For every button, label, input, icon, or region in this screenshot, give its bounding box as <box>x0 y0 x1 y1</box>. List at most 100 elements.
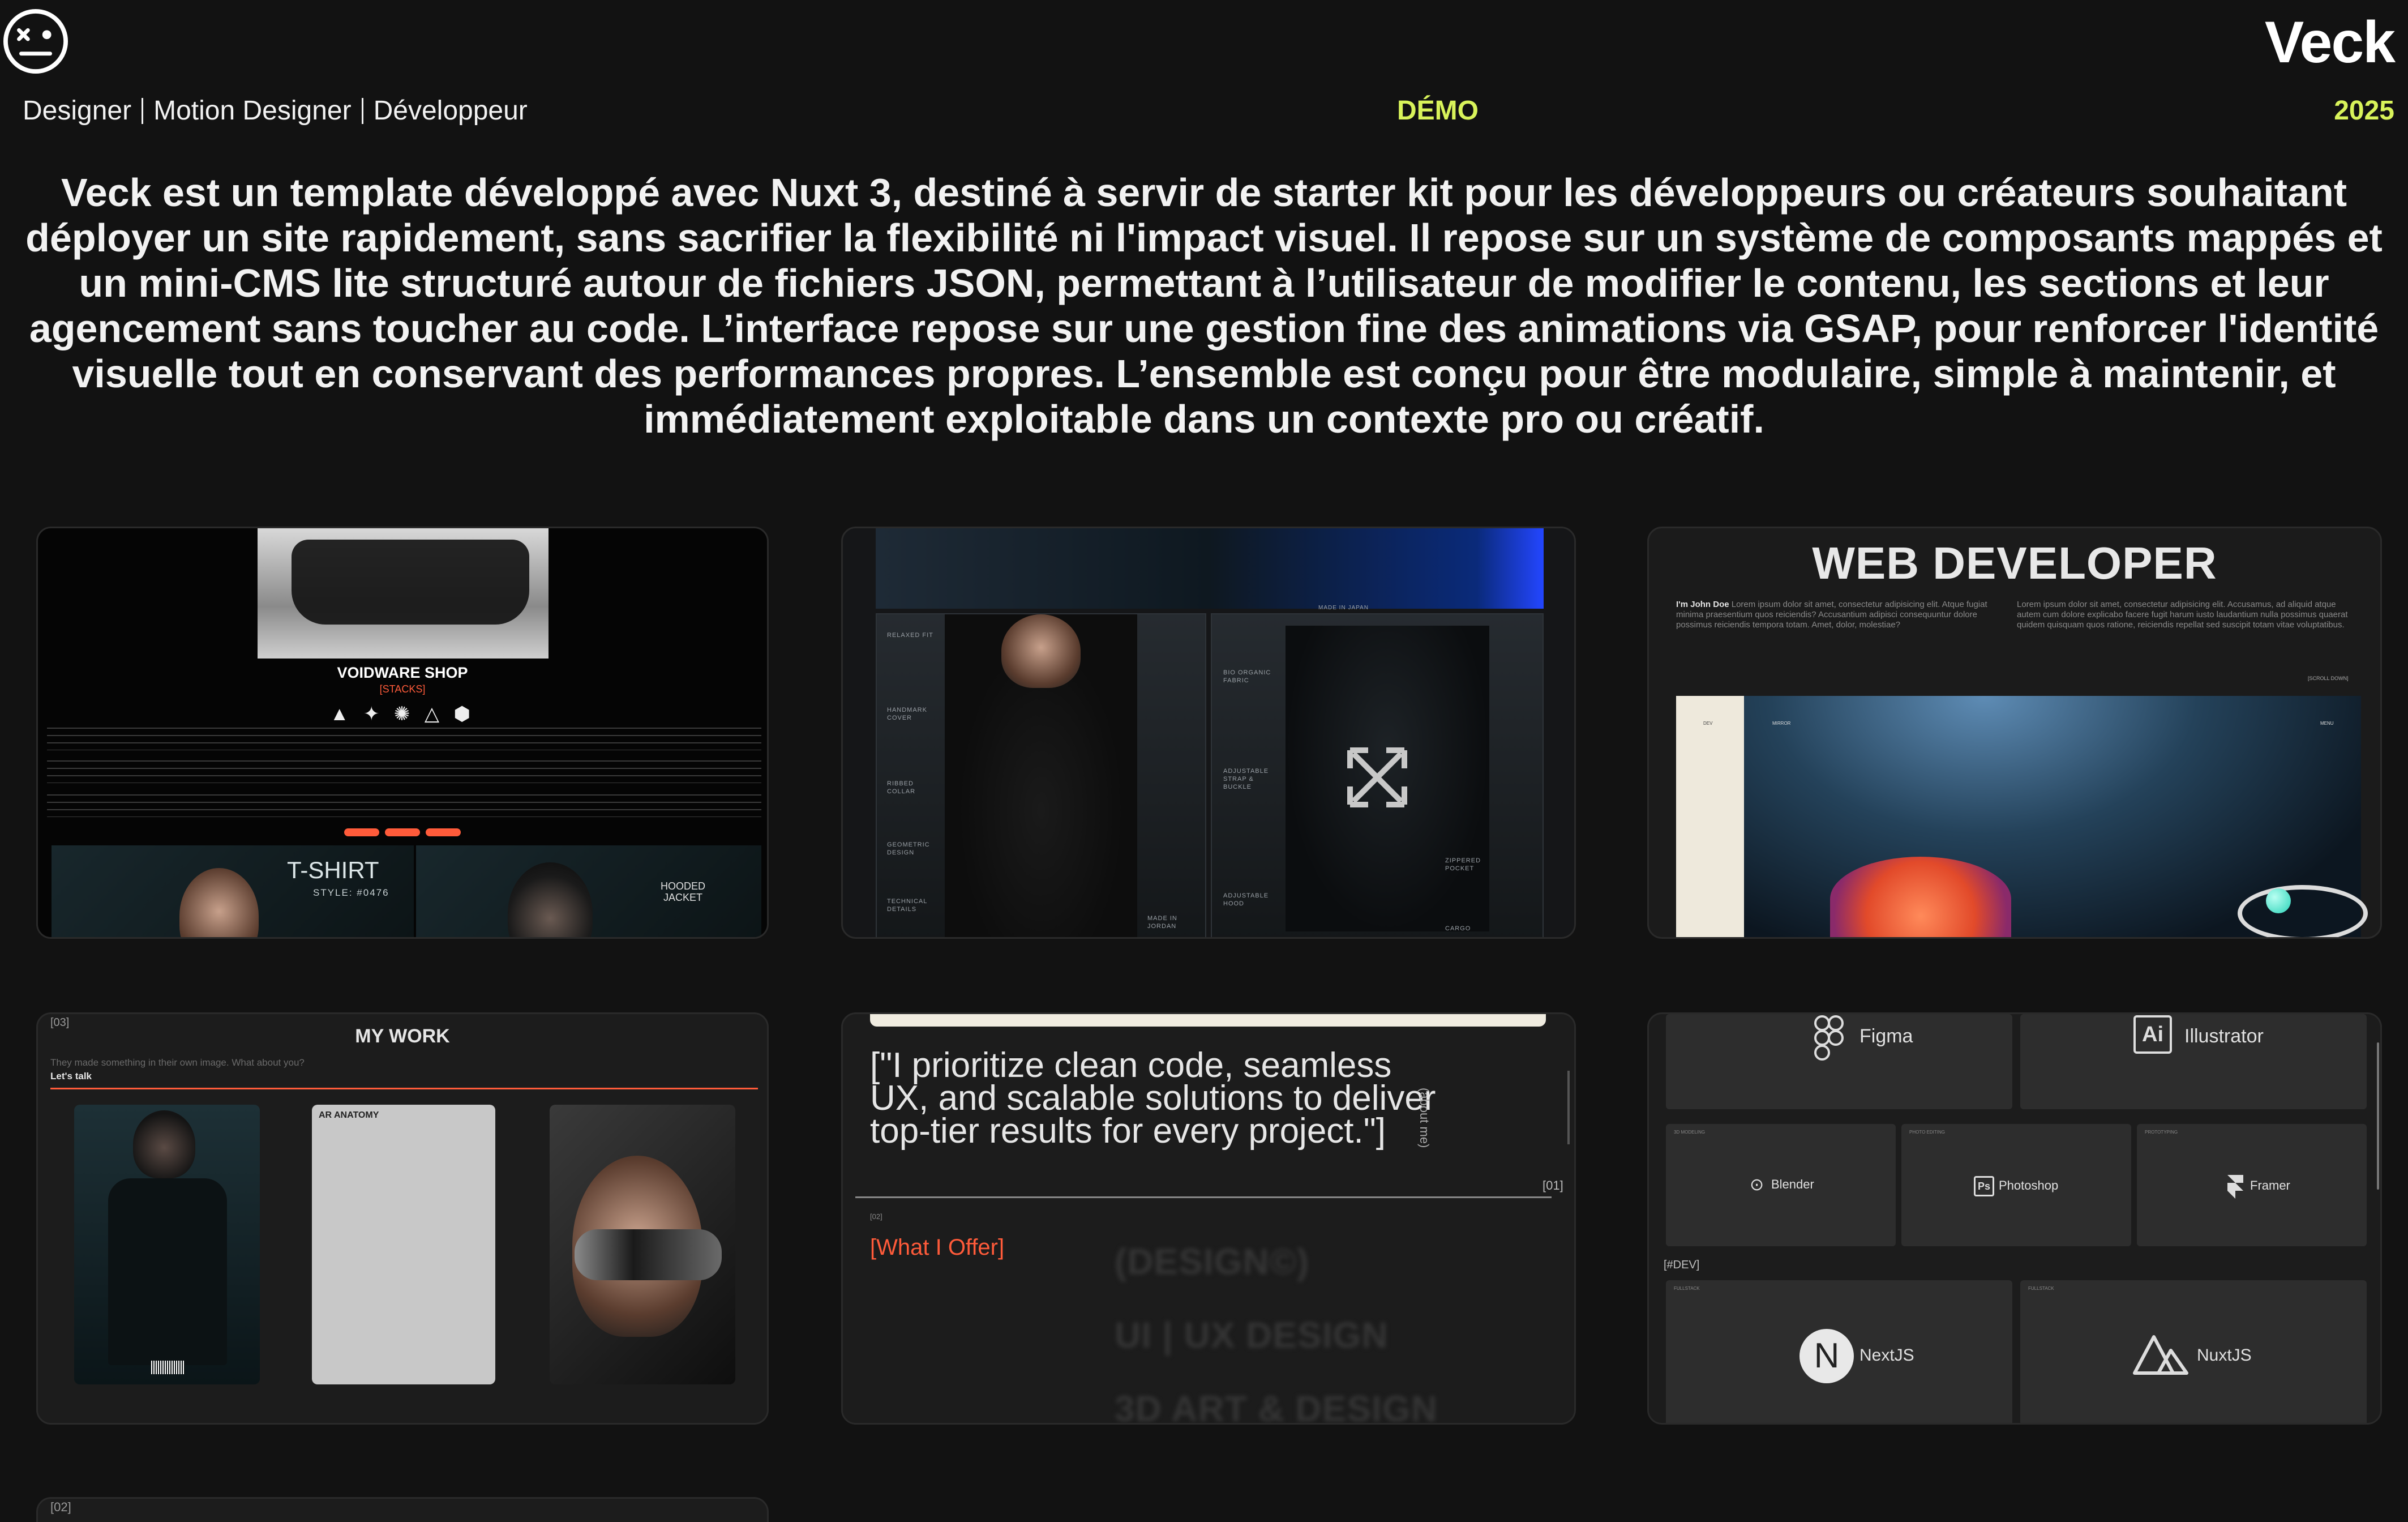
figma-label: Figma <box>1859 1025 1913 1047</box>
feature-label: ADJUSTABLE STRAP & BUCKLE <box>1223 768 1269 790</box>
tag <box>385 828 420 836</box>
index-01: [01] <box>1543 1178 1563 1192</box>
tech-stack-icons: ▲ ✦ ✺ △ ⬢ <box>329 703 475 725</box>
logo-face-icon[interactable] <box>2 8 69 75</box>
project-card-my-work[interactable]: [03] MY WORK They made something in thei… <box>36 1012 769 1425</box>
blender-icon: ⊙ <box>1750 1175 1764 1194</box>
category-label: FULLSTACK <box>2028 1286 2054 1291</box>
shop-subtitle: [STACKS] <box>379 683 426 695</box>
scrollbar[interactable] <box>1567 1071 1570 1144</box>
section-index: [02] <box>50 1500 71 1514</box>
separator <box>142 97 144 124</box>
nuxtjs-icon <box>2133 1335 2188 1375</box>
tshirt-panel: RELAXED FIT HANDMARK COVER RIBBED COLLAR… <box>876 613 1206 937</box>
role-designer: Designer <box>23 96 132 126</box>
feature-label: RELAXED FIT <box>887 632 933 639</box>
tool-blender[interactable]: 3D MODELING ⊙ Blender <box>1666 1124 1896 1246</box>
feature-label: ADJUSTABLE HOOD <box>1223 892 1269 907</box>
illustrator-label: Illustrator <box>2184 1025 2264 1047</box>
web-developer-title: WEB DEVELOPER <box>1812 538 2217 588</box>
model-face <box>1001 614 1081 688</box>
project-card-apparel[interactable]: MADE IN JAPAN RELAXED FIT HANDMARK COVER… <box>841 527 1576 939</box>
photoshop-label: Photoshop <box>1999 1178 2059 1192</box>
framer-label: Framer <box>2250 1178 2290 1192</box>
tool-photoshop[interactable]: PHOTO EDITING Ps Photoshop <box>1901 1124 2131 1246</box>
flower-render <box>1830 857 2011 937</box>
sphere-render <box>2266 888 2291 913</box>
feature-label: HANDMARK COVER <box>887 707 927 721</box>
tag <box>344 828 379 836</box>
tshirt-label: T-SHIRT <box>287 857 379 883</box>
tool-nextjs[interactable]: FULLSTACK N NextJS <box>1666 1280 2012 1423</box>
model-face <box>133 1110 195 1178</box>
work-tile-ar-anatomy[interactable] <box>312 1105 495 1384</box>
project-card-bottom[interactable]: [02] <box>36 1497 769 1522</box>
category-label: PROTOTYPING <box>2145 1130 2178 1135</box>
made-in-jordan-label: MADE IN JORDAN <box>1147 915 1177 930</box>
paragraph-lines <box>47 794 761 817</box>
intro-paragraph: Veck est un template développé avec Nuxt… <box>25 170 2383 441</box>
ar-anatomy-label: AR ANATOMY <box>319 1110 379 1120</box>
sunglasses-banner <box>876 528 1544 609</box>
tag <box>426 828 461 836</box>
divider <box>855 1196 1552 1198</box>
sunglasses-photo <box>258 528 549 659</box>
category-label: 3D MODELING <box>1674 1130 1706 1135</box>
dev-section-tag: [#DEV] <box>1664 1259 1700 1271</box>
cargo-label: CARGO <box>1445 925 1471 932</box>
what-i-offer-heading: [What I Offer] <box>870 1235 1005 1260</box>
nuxtjs-label: NuxtJS <box>2197 1346 2252 1365</box>
tool-illustrator[interactable]: Ai Illustrator <box>2020 1014 2367 1109</box>
photoshop-icon: Ps <box>1974 1176 1994 1196</box>
hooded-jacket-label: HOODED JACKET <box>661 880 706 903</box>
nextjs-label: NextJS <box>1859 1346 1914 1365</box>
blender-label: Blender <box>1771 1177 1814 1191</box>
scroll-down-label: [SCROLL DOWN] <box>2308 676 2349 681</box>
framer-icon <box>2227 1175 2243 1199</box>
demo-label: DÉMO <box>1397 96 1479 126</box>
nav-dev: DEV <box>1703 721 1713 726</box>
model-tshirt <box>945 614 1137 937</box>
tool-nuxtjs[interactable]: FULLSTACK NuxtJS <box>2020 1280 2367 1423</box>
offer-item-ui-ux: UI | UX DESIGN <box>1115 1315 1389 1356</box>
lets-talk-link[interactable]: Let's talk <box>50 1071 92 1082</box>
tag-list <box>38 828 767 836</box>
intro-left-text: I'm John Doe Lorem ipsum dolor sit amet,… <box>1676 600 1993 630</box>
year-label: 2025 <box>2334 96 2394 126</box>
offer-item-design: (DESIGN©) <box>1115 1241 1310 1282</box>
index-02: [02] <box>870 1212 882 1221</box>
vr-visor-shape <box>575 1229 722 1280</box>
jacket-shape <box>108 1178 227 1365</box>
sunglasses-shape <box>292 540 529 625</box>
feature-label: TECHNICAL DETAILS <box>887 898 927 913</box>
feature-label: RIBBED COLLAR <box>887 780 916 795</box>
tool-figma[interactable]: Figma <box>1666 1014 2012 1109</box>
project-card-web-developer[interactable]: WEB DEVELOPER I'm John Doe Lorem ipsum d… <box>1647 527 2382 939</box>
my-work-subtitle: They made something in their own image. … <box>50 1057 305 1068</box>
about-me-label: (about me) <box>1417 1088 1432 1148</box>
roles-list: Designer Motion Designer Développeur <box>23 95 528 126</box>
work-tile-jacket[interactable] <box>74 1105 260 1384</box>
feature-label: BIO ORGANIC FABRIC <box>1223 669 1271 684</box>
nav-mirror: MIRROR <box>1772 721 1791 726</box>
offer-item-3d-art: 3D ART & DESIGN <box>1115 1388 1438 1425</box>
scrollbar[interactable] <box>2377 1042 2379 1190</box>
name-label: I'm John Doe <box>1676 600 1729 609</box>
tool-framer[interactable]: PROTOTYPING Framer <box>2137 1124 2367 1246</box>
nextjs-icon: N <box>1799 1329 1854 1383</box>
about-card[interactable]: ["I prioritize clean code, seamless UX, … <box>841 1012 1576 1425</box>
expand-icon[interactable] <box>1343 743 1411 811</box>
shop-title: VOIDWARE SHOP <box>337 664 468 681</box>
project-card-voidware-shop[interactable]: VOIDWARE SHOP [STACKS] ▲ ✦ ✺ △ ⬢ T-SHIRT… <box>36 527 769 939</box>
illustrator-icon: Ai <box>2133 1015 2172 1054</box>
nav-menu: MENU <box>2320 721 2334 726</box>
role-motion-designer: Motion Designer <box>153 96 352 126</box>
tools-card[interactable]: Figma Ai Illustrator 3D MODELING ⊙ Blend… <box>1647 1012 2382 1425</box>
paragraph-lines <box>47 728 761 750</box>
orange-divider <box>50 1088 758 1089</box>
side-panel <box>1676 696 1744 937</box>
brand-title[interactable]: Veck <box>2265 9 2396 76</box>
style-label: STYLE: #0476 <box>313 887 389 898</box>
made-in-japan-label: MADE IN JAPAN <box>1318 605 1369 611</box>
intro-right-text: Lorem ipsum dolor sit amet, consectetur … <box>2017 600 2348 630</box>
